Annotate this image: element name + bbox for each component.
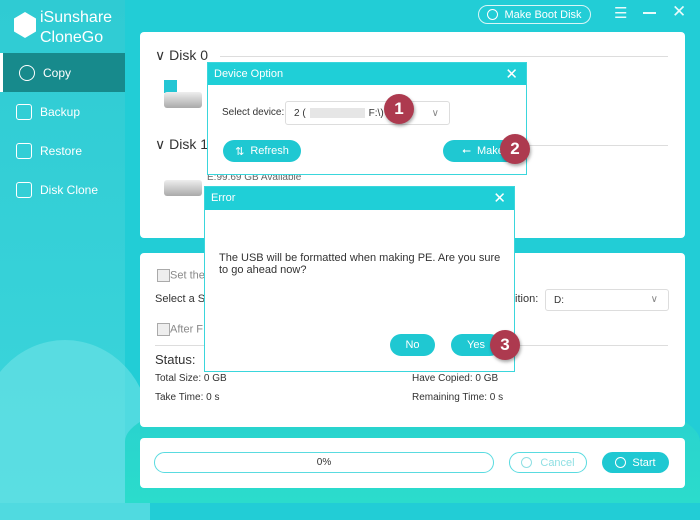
drive-icon — [164, 92, 202, 108]
disk-clone-icon — [16, 181, 32, 198]
progress-bar: 0% — [154, 452, 494, 473]
sidebar-item-restore[interactable]: Restore — [0, 131, 125, 170]
action-bar: 0% Cancel Start — [140, 438, 685, 488]
step-badge-3: 3 — [490, 330, 520, 360]
checkbox-label: Set the — [170, 269, 205, 282]
device-value-prefix: 2 ( — [294, 107, 306, 119]
total-size: Total Size: 0 GB — [155, 373, 227, 384]
step-badge-1: 1 — [384, 94, 414, 124]
app-name: iSunshare CloneGo — [40, 8, 112, 48]
disk1-label: Disk 1 — [169, 136, 209, 152]
dialog-header: Error ✕ — [205, 187, 514, 210]
device-option-dialog: Device Option ✕ Select device: 2 ( F:\) ∨ ⇅… — [207, 62, 527, 175]
device-value-suffix: F:\) — [368, 107, 384, 119]
close-icon[interactable]: ✕ — [505, 65, 518, 83]
partition-select[interactable]: D: ∨ — [545, 289, 669, 311]
remaining-time: Remaining Time: 0 s — [412, 392, 504, 403]
no-label: No — [405, 339, 420, 351]
step-badge-2: 2 — [500, 134, 530, 164]
redacted-block — [309, 108, 365, 118]
logo-icon — [14, 12, 36, 38]
checkbox[interactable] — [157, 323, 170, 336]
sync-icon — [19, 64, 35, 81]
set-option-checkbox[interactable]: Set the — [157, 269, 205, 282]
after-option-checkbox[interactable]: After F — [157, 323, 203, 336]
device-select[interactable]: 2 ( F:\) ∨ — [285, 101, 450, 125]
divider — [220, 56, 668, 57]
progress-label: 0% — [316, 457, 332, 468]
refresh-icon: ⇅ — [235, 145, 245, 158]
make-boot-disk-button[interactable]: Make Boot Disk — [478, 5, 591, 24]
make-boot-disk-label: Make Boot Disk — [504, 8, 582, 21]
play-icon — [615, 457, 627, 468]
backup-icon — [16, 103, 32, 120]
disk0-label: Disk 0 — [169, 47, 209, 63]
sidebar-item-copy[interactable]: Copy — [0, 53, 125, 92]
sidebar-item-backup[interactable]: Backup — [0, 92, 125, 131]
dialog-header: Device Option ✕ — [208, 63, 526, 85]
usb-icon: ⭠ — [462, 144, 471, 157]
sidebar-item-label: Restore — [40, 143, 83, 158]
sidebar-item-label: Backup — [40, 104, 81, 119]
partition-value: D: — [554, 294, 564, 306]
no-button[interactable]: No — [390, 334, 435, 356]
error-dialog: Error ✕ The USB will be formatted when ma… — [204, 186, 515, 372]
menu-icon[interactable]: ☰ — [614, 4, 627, 22]
take-time: Take Time: 0 s — [155, 392, 220, 403]
sidebar: iSunshare CloneGo Copy Backup Restore Dis… — [0, 0, 150, 520]
disk1-header[interactable]: ∨ Disk 1 — [155, 136, 208, 153]
restore-icon — [16, 142, 32, 159]
drive-icon[interactable] — [164, 180, 202, 196]
sidebar-item-disk-clone[interactable]: Disk Clone — [0, 170, 125, 209]
disk0-header[interactable]: ∨ Disk 0 — [155, 47, 208, 64]
yes-label: Yes — [467, 339, 485, 351]
select-device-label: Select device: — [222, 107, 285, 118]
chevron-down-icon: ∨ — [431, 108, 439, 119]
error-message: The USB will be formatted when making PE… — [219, 252, 501, 276]
refresh-button[interactable]: ⇅ Refresh — [223, 140, 301, 162]
close-icon[interactable]: ✕ — [672, 2, 686, 22]
sidebar-item-label: Copy — [43, 65, 72, 80]
app-name-line2: CloneGo — [40, 29, 104, 46]
select-label: Select a S — [155, 293, 206, 305]
close-icon[interactable]: ✕ — [493, 189, 506, 207]
checkbox-label: After F — [170, 323, 204, 336]
chevron-down-icon: ∨ — [650, 294, 658, 305]
start-label: Start — [632, 456, 656, 469]
partition-label: tition: — [512, 293, 539, 305]
cancel-icon — [521, 457, 533, 468]
checkbox[interactable] — [157, 269, 170, 282]
dialog-title: Device Option — [214, 68, 284, 80]
app-name-line1: iSunshare — [40, 9, 113, 26]
cancel-button[interactable]: Cancel — [509, 452, 587, 473]
start-button[interactable]: Start — [602, 452, 669, 473]
have-copied: Have Copied: 0 GB — [412, 373, 499, 384]
dialog-title: Error — [211, 192, 236, 204]
sidebar-item-label: Disk Clone — [40, 182, 99, 197]
disc-icon — [487, 9, 499, 20]
cancel-label: Cancel — [540, 456, 575, 469]
minimize-icon[interactable] — [643, 12, 656, 14]
status-title: Status: — [155, 352, 196, 367]
refresh-label: Refresh — [250, 145, 289, 157]
